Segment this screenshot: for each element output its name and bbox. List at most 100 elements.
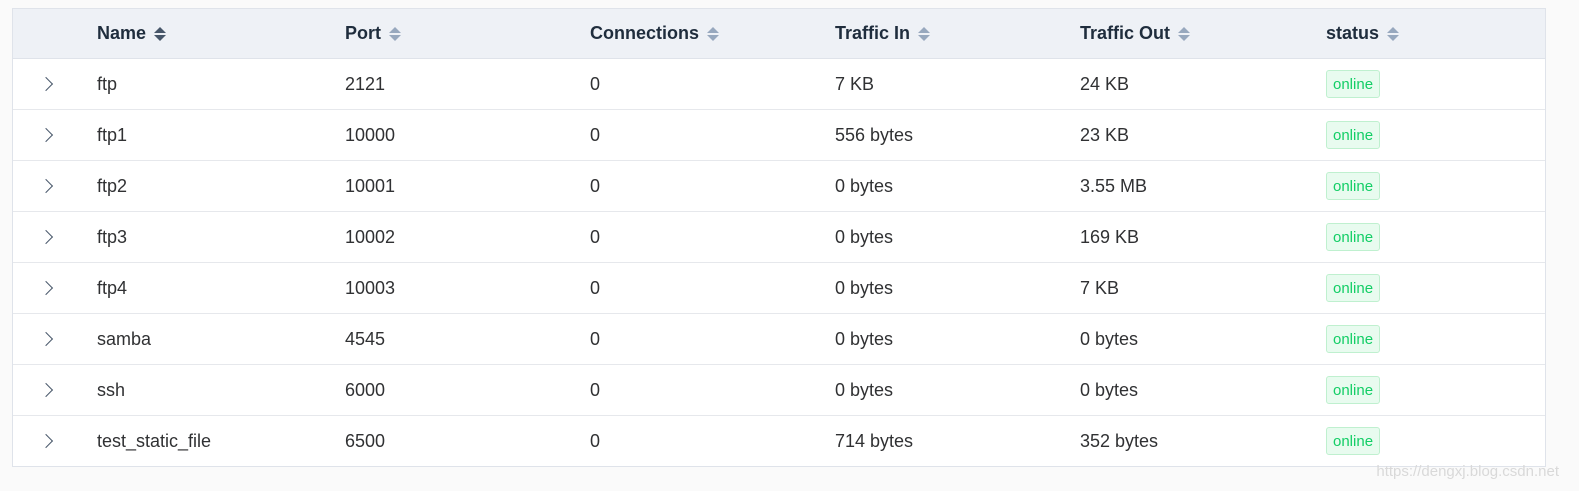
sort-caret-icon[interactable] bbox=[1178, 25, 1191, 43]
table-row[interactable]: test_static_file 6500 0 714 bytes 352 by… bbox=[13, 416, 1545, 466]
status-badge: online bbox=[1326, 325, 1381, 353]
cell-name: ssh bbox=[97, 379, 126, 400]
table-row[interactable]: ftp 2121 0 7 KB 24 KB online bbox=[13, 59, 1545, 110]
cell-connections: 0 bbox=[590, 379, 601, 400]
cell-traffic-in: 0 bytes bbox=[835, 277, 894, 298]
table-row[interactable]: ssh 6000 0 0 bytes 0 bytes online bbox=[13, 365, 1545, 416]
cell-traffic-in: 556 bytes bbox=[835, 124, 914, 145]
column-header-label: Connections bbox=[590, 23, 700, 43]
status-badge: online bbox=[1326, 172, 1381, 200]
cell-port: 10003 bbox=[345, 277, 396, 298]
cell-connections: 0 bbox=[590, 124, 601, 145]
cell-status: online bbox=[1326, 314, 1381, 364]
cell-traffic-out: 3.55 MB bbox=[1080, 175, 1148, 196]
chevron-right-icon[interactable] bbox=[38, 76, 54, 92]
expand-column-header bbox=[13, 9, 83, 58]
cell-connections: 0 bbox=[590, 277, 601, 298]
cell-status: online bbox=[1326, 365, 1381, 415]
expand-toggle[interactable] bbox=[13, 161, 83, 211]
cell-status: online bbox=[1326, 212, 1381, 262]
cell-port: 6500 bbox=[345, 430, 386, 451]
cell-status: online bbox=[1326, 416, 1381, 466]
status-badge: online bbox=[1326, 274, 1381, 302]
chevron-right-icon[interactable] bbox=[38, 280, 54, 296]
status-badge: online bbox=[1326, 70, 1381, 98]
cell-connections: 0 bbox=[590, 175, 601, 196]
cell-port: 2121 bbox=[345, 73, 386, 94]
column-header-port[interactable]: Port bbox=[345, 9, 401, 58]
expand-toggle[interactable] bbox=[13, 365, 83, 415]
cell-name: ftp1 bbox=[97, 124, 128, 145]
cell-name: test_static_file bbox=[97, 430, 212, 451]
expand-toggle[interactable] bbox=[13, 263, 83, 313]
cell-traffic-out: 169 KB bbox=[1080, 226, 1140, 247]
expand-toggle[interactable] bbox=[13, 59, 83, 109]
cell-connections: 0 bbox=[590, 226, 601, 247]
cell-connections: 0 bbox=[590, 73, 601, 94]
cell-port: 10000 bbox=[345, 124, 396, 145]
cell-status: online bbox=[1326, 110, 1381, 160]
cell-connections: 0 bbox=[590, 430, 601, 451]
expand-toggle[interactable] bbox=[13, 314, 83, 364]
cell-port: 10001 bbox=[345, 175, 396, 196]
cell-status: online bbox=[1326, 263, 1381, 313]
proxy-table: Name Port Connections Traffic In Traffic… bbox=[12, 8, 1546, 467]
table-row[interactable]: ftp4 10003 0 0 bytes 7 KB online bbox=[13, 263, 1545, 314]
table-row[interactable]: ftp1 10000 0 556 bytes 23 KB online bbox=[13, 110, 1545, 161]
expand-toggle[interactable] bbox=[13, 110, 83, 160]
cell-traffic-in: 714 bytes bbox=[835, 430, 914, 451]
chevron-right-icon[interactable] bbox=[38, 229, 54, 245]
cell-status: online bbox=[1326, 161, 1381, 211]
sort-caret-icon[interactable] bbox=[1387, 25, 1400, 43]
cell-traffic-out: 0 bytes bbox=[1080, 328, 1139, 349]
chevron-right-icon[interactable] bbox=[38, 433, 54, 449]
cell-status: online bbox=[1326, 59, 1381, 109]
status-badge: online bbox=[1326, 121, 1381, 149]
cell-name: ftp4 bbox=[97, 277, 128, 298]
sort-caret-icon[interactable] bbox=[389, 25, 401, 43]
cell-traffic-out: 23 KB bbox=[1080, 124, 1130, 145]
cell-traffic-out: 352 bytes bbox=[1080, 430, 1159, 451]
cell-traffic-in: 0 bytes bbox=[835, 328, 894, 349]
chevron-right-icon[interactable] bbox=[38, 331, 54, 347]
cell-traffic-in: 0 bytes bbox=[835, 175, 894, 196]
column-header-label: Port bbox=[345, 23, 381, 43]
cell-name: ftp bbox=[97, 73, 118, 94]
table-header: Name Port Connections Traffic In Traffic… bbox=[13, 9, 1545, 59]
cell-traffic-in: 0 bytes bbox=[835, 226, 894, 247]
column-header-label: Name bbox=[97, 23, 147, 43]
column-header-traffic-in[interactable]: Traffic In bbox=[835, 9, 931, 58]
column-header-label: Traffic Out bbox=[1080, 23, 1171, 43]
chevron-right-icon[interactable] bbox=[38, 382, 54, 398]
cell-connections: 0 bbox=[590, 328, 601, 349]
column-header-traffic-out[interactable]: Traffic Out bbox=[1080, 9, 1191, 58]
watermark-text: https://dengxj.blog.csdn.net bbox=[1376, 463, 1559, 480]
table-row[interactable]: samba 4545 0 0 bytes 0 bytes online bbox=[13, 314, 1545, 365]
expand-toggle[interactable] bbox=[13, 416, 83, 466]
sort-caret-icon[interactable] bbox=[918, 25, 931, 43]
column-header-status[interactable]: status bbox=[1326, 9, 1400, 58]
chevron-right-icon[interactable] bbox=[38, 127, 54, 143]
table-row[interactable]: ftp2 10001 0 0 bytes 3.55 MB online bbox=[13, 161, 1545, 212]
status-badge: online bbox=[1326, 427, 1381, 455]
column-header-name[interactable]: Name bbox=[97, 9, 167, 58]
cell-port: 10002 bbox=[345, 226, 396, 247]
sort-caret-icon[interactable] bbox=[154, 25, 167, 43]
cell-port: 6000 bbox=[345, 379, 386, 400]
column-header-connections[interactable]: Connections bbox=[590, 9, 720, 58]
expand-toggle[interactable] bbox=[13, 212, 83, 262]
column-header-label: Traffic In bbox=[835, 23, 911, 43]
status-badge: online bbox=[1326, 376, 1381, 404]
cell-name: ftp3 bbox=[97, 226, 128, 247]
status-badge: online bbox=[1326, 223, 1381, 251]
chevron-right-icon[interactable] bbox=[38, 178, 54, 194]
cell-traffic-in: 7 KB bbox=[835, 73, 875, 94]
cell-name: samba bbox=[97, 328, 152, 349]
cell-traffic-out: 7 KB bbox=[1080, 277, 1120, 298]
column-header-label: status bbox=[1326, 23, 1380, 43]
cell-name: ftp2 bbox=[97, 175, 128, 196]
sort-caret-icon[interactable] bbox=[707, 25, 720, 43]
cell-traffic-in: 0 bytes bbox=[835, 379, 894, 400]
table-row[interactable]: ftp3 10002 0 0 bytes 169 KB online bbox=[13, 212, 1545, 263]
cell-port: 4545 bbox=[345, 328, 386, 349]
